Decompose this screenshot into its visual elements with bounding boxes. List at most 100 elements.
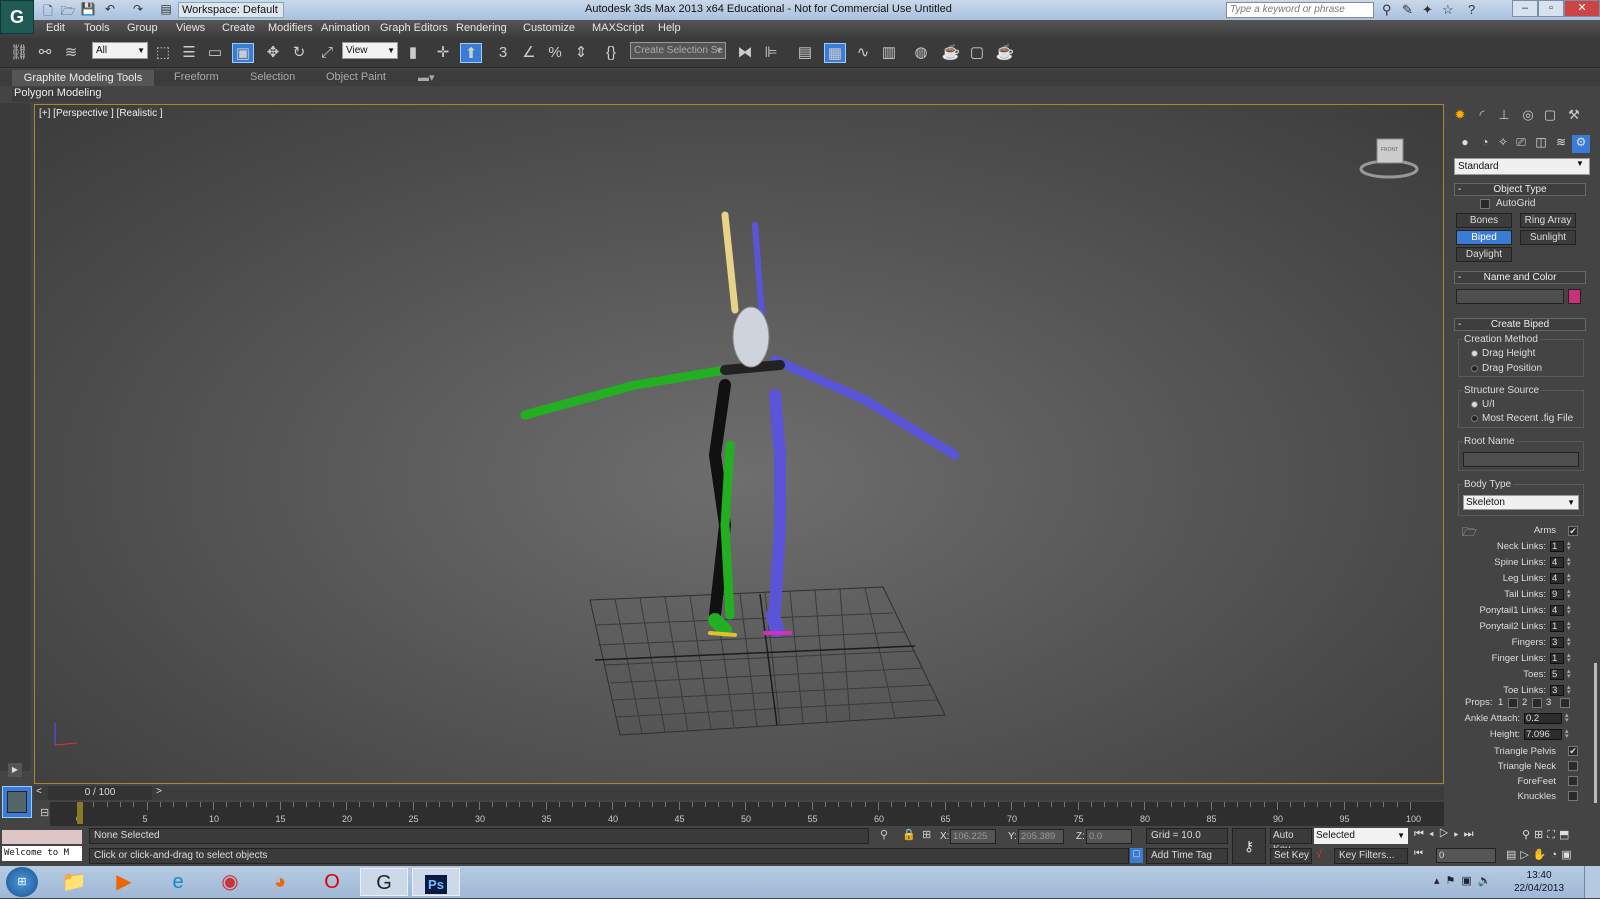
- angle-snap-icon[interactable]: ∠: [518, 43, 540, 63]
- spinner-input[interactable]: 9: [1550, 589, 1564, 600]
- selection-filter-dropdown[interactable]: All: [92, 42, 148, 59]
- root-name-input[interactable]: [1463, 452, 1579, 467]
- spinner-arrows[interactable]: ▴ ▾: [1567, 540, 1573, 552]
- keyboard-shortcut-override-icon[interactable]: ⬆: [460, 43, 482, 63]
- viewcube[interactable]: FRONT: [1359, 133, 1419, 183]
- select-manipulate-icon[interactable]: ✛: [432, 43, 454, 63]
- new-file-icon[interactable]: 🗋: [40, 2, 56, 18]
- key-mode-toggle-icon[interactable]: ⏮: [1414, 848, 1423, 859]
- redo-icon[interactable]: ↷: [130, 2, 146, 18]
- option-checkbox[interactable]: [1568, 776, 1578, 786]
- opera-icon[interactable]: O: [312, 868, 352, 896]
- spinner-arrows[interactable]: ▴ ▾: [1567, 572, 1573, 584]
- prop-3-checkbox[interactable]: [1560, 698, 1570, 708]
- helpers-icon[interactable]: ◫: [1532, 135, 1550, 153]
- ring-array-button[interactable]: Ring Array: [1520, 213, 1576, 228]
- reference-coordinate-dropdown[interactable]: View: [342, 42, 398, 59]
- named-selection-dropdown[interactable]: Create Selection Se: [630, 42, 726, 59]
- time-slider[interactable]: < 0 / 100 >: [34, 786, 1444, 800]
- bind-space-warp-icon[interactable]: ≋: [60, 43, 82, 63]
- explorer-icon[interactable]: 📁: [54, 868, 94, 896]
- expand-arrow-icon[interactable]: ▶: [8, 763, 22, 777]
- menu-edit[interactable]: Edit: [46, 22, 65, 34]
- menu-group[interactable]: Group: [127, 22, 158, 34]
- spinner-input[interactable]: 1: [1550, 653, 1564, 664]
- select-by-name-icon[interactable]: ☰: [178, 43, 200, 63]
- prop-1-checkbox[interactable]: [1508, 698, 1518, 708]
- material-editor-icon[interactable]: ◍: [910, 43, 932, 63]
- most-recent-fig-radio[interactable]: Most Recent .fig File: [1471, 413, 1573, 424]
- spinner-input[interactable]: 4: [1550, 573, 1564, 584]
- menu-maxscript[interactable]: MAXScript: [592, 22, 644, 34]
- window-crossing-icon[interactable]: ▣: [232, 43, 254, 63]
- select-object-icon[interactable]: ⬚: [152, 43, 174, 63]
- close-button[interactable]: ✕: [1564, 0, 1600, 17]
- unlink-icon[interactable]: ⚯: [34, 43, 56, 63]
- autogrid-checkbox[interactable]: [1480, 199, 1490, 209]
- maxscript-listener-top[interactable]: [2, 830, 82, 844]
- menu-animation[interactable]: Animation: [321, 22, 370, 34]
- maximize-button[interactable]: ▫: [1538, 0, 1564, 17]
- selection-lock-icon[interactable]: 🔒: [902, 828, 916, 841]
- next-frame-button[interactable]: >: [156, 786, 162, 797]
- playback-controls[interactable]: ⏮◂▷▸⏭: [1414, 828, 1479, 841]
- render-icon[interactable]: ☕: [994, 43, 1016, 63]
- object-type-rollout-header[interactable]: - Object Type: [1454, 183, 1586, 196]
- geometry-icon[interactable]: ●: [1456, 135, 1474, 153]
- body-type-dropdown[interactable]: Skeleton ▼: [1463, 495, 1579, 510]
- system-tray-icons[interactable]: ▴⚑▣🔊: [1434, 874, 1497, 887]
- object-color-swatch[interactable]: [1568, 289, 1581, 304]
- scale-icon[interactable]: ⤢: [316, 43, 338, 63]
- menu-views[interactable]: Views: [176, 22, 205, 34]
- ankle-attach-spinner[interactable]: ▴ ▾: [1565, 712, 1571, 724]
- space-warps-icon[interactable]: ≋: [1552, 135, 1570, 153]
- satellite-icon[interactable]: ✦: [1422, 2, 1433, 18]
- help-icon[interactable]: ?: [1468, 2, 1475, 17]
- spinner-arrows[interactable]: ▴ ▾: [1567, 636, 1573, 648]
- infocenter-search-input[interactable]: Type a keyword or phrase: [1226, 2, 1374, 18]
- edit-named-selection-icon[interactable]: {}: [600, 43, 622, 63]
- spinner-input[interactable]: 4: [1550, 605, 1564, 616]
- display-tab-icon[interactable]: ▢: [1540, 107, 1560, 127]
- layer-manager-icon[interactable]: ▤: [794, 43, 816, 63]
- rendered-frame-window-icon[interactable]: ▢: [966, 43, 988, 63]
- firefox-icon[interactable]: ◕: [260, 868, 300, 896]
- create-biped-rollout-header[interactable]: - Create Biped: [1454, 318, 1586, 331]
- perspective-viewport[interactable]: [+] [Perspective ] [Realistic ] FRONT: [34, 104, 1444, 784]
- show-desktop-button[interactable]: [1584, 866, 1600, 898]
- move-icon[interactable]: ✥: [262, 43, 284, 63]
- panel-polygon-modeling[interactable]: Polygon Modeling: [12, 87, 102, 102]
- graphite-toggle-icon[interactable]: ▦: [824, 43, 846, 63]
- auto-key-button[interactable]: Auto Key: [1270, 828, 1312, 855]
- open-file-icon[interactable]: 🗁: [60, 2, 76, 18]
- clock[interactable]: 13:40 22/04/2013: [1514, 869, 1564, 895]
- spinner-arrows[interactable]: ▴ ▾: [1567, 684, 1573, 696]
- panel-scrollbar[interactable]: [1594, 663, 1597, 803]
- time-tag-icon[interactable]: ▢: [1130, 848, 1143, 863]
- minimize-button[interactable]: –: [1512, 0, 1538, 17]
- menu-graph-editors[interactable]: Graph Editors: [380, 22, 448, 34]
- schematic-view-icon[interactable]: ▥: [878, 43, 900, 63]
- set-key-button[interactable]: Set Key: [1270, 848, 1312, 864]
- set-key-icon[interactable]: ⚷: [1232, 828, 1266, 864]
- time-slider-thumb[interactable]: 0 / 100: [48, 786, 152, 800]
- z-coordinate-input[interactable]: 0.0: [1086, 829, 1132, 844]
- snaps-toggle-icon[interactable]: 3: [492, 43, 514, 63]
- current-time-marker[interactable]: [77, 802, 83, 824]
- render-setup-icon[interactable]: ☕: [940, 43, 962, 63]
- spinner-input[interactable]: 3: [1550, 637, 1564, 648]
- spinner-arrows[interactable]: ▴ ▾: [1567, 620, 1573, 632]
- option-checkbox[interactable]: ✔: [1568, 746, 1578, 756]
- hierarchy-tab-icon[interactable]: ⊥: [1494, 107, 1514, 127]
- link-icon[interactable]: ⛓: [8, 43, 30, 63]
- align-icon[interactable]: ⊫: [760, 43, 782, 63]
- x-coordinate-input[interactable]: 106.225: [950, 829, 996, 844]
- chrome-icon[interactable]: ◉: [210, 868, 250, 896]
- rectangular-selection-icon[interactable]: ▭: [204, 43, 226, 63]
- binoculars-icon[interactable]: ⚲: [1382, 2, 1392, 18]
- ribbon-options-icon[interactable]: ▬▾: [418, 71, 435, 84]
- drag-height-radio[interactable]: Drag Height: [1471, 348, 1535, 359]
- key-filters-button[interactable]: Key Filters...: [1334, 848, 1408, 864]
- shapes-icon[interactable]: ◔: [1476, 135, 1494, 153]
- key-mode-dropdown[interactable]: Selected ▼: [1314, 828, 1408, 844]
